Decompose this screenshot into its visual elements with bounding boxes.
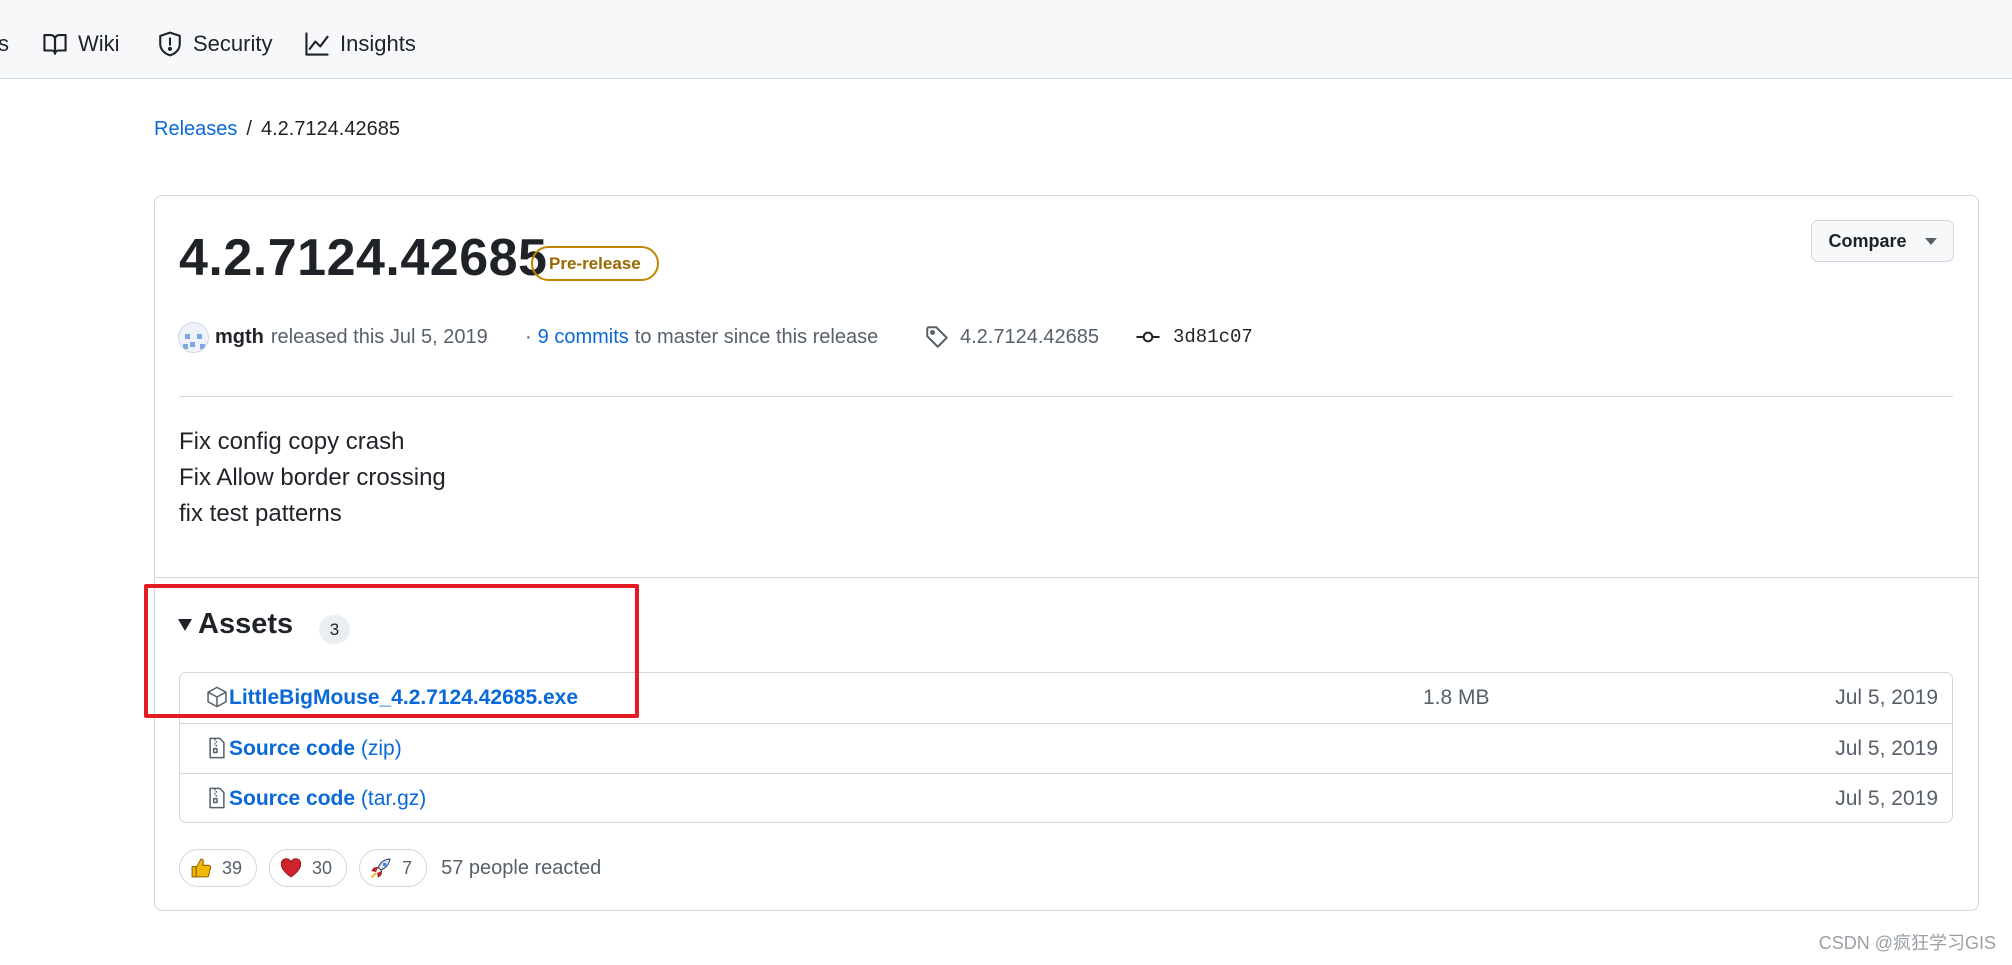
asset-name: Source code (229, 737, 356, 760)
divider (179, 396, 1953, 397)
breadcrumb-releases-link[interactable]: Releases (154, 118, 237, 141)
tag-label: 4.2.7124.42685 (960, 325, 1100, 348)
commit-meta[interactable]: 3d81c07 (1135, 322, 1253, 352)
nav-item-wiki[interactable]: Wiki (42, 27, 120, 61)
section-divider (155, 577, 1978, 578)
nav-label-wiki: Wiki (78, 31, 120, 56)
reactions-summary: 57 people reacted (441, 856, 602, 879)
released-text: released this Jul 5, 2019 (270, 325, 488, 348)
nav-item-security[interactable]: Security (157, 27, 272, 61)
shield-icon (159, 31, 181, 57)
book-icon (43, 34, 67, 55)
reaction-count: 7 (402, 857, 413, 878)
file-zip-icon (209, 787, 225, 809)
reactions-bar: 39 30 7 57 people reacted (179, 849, 601, 887)
reaction-count: 30 (312, 857, 333, 878)
compare-label: Compare (1828, 230, 1907, 251)
git-commit-icon (1136, 331, 1160, 343)
release-author-meta: mgth released this Jul 5, 2019 (178, 321, 488, 353)
thumbs-up-icon (191, 858, 212, 878)
chevron-down-icon (1924, 237, 1937, 245)
asset-row: Source code (zip) Jul 5, 2019 (180, 723, 1952, 773)
release-note-line: Fix config copy crash (179, 428, 405, 455)
repo-nav-bar: s Wiki Security Insights (0, 0, 2012, 79)
reaction-thumbs-up[interactable]: 39 (179, 849, 258, 887)
breadcrumb-current: 4.2.7124.42685 (260, 118, 400, 140)
reaction-heart[interactable]: 30 (269, 849, 348, 887)
reaction-count: 39 (222, 857, 243, 878)
asset-format: (tar.gz) (360, 787, 427, 810)
commit-sha: 3d81c07 (1173, 326, 1253, 348)
commits-link[interactable]: 9 commits (538, 326, 629, 349)
asset-format: (zip) (360, 737, 402, 760)
asset-name: Source code (229, 787, 356, 810)
commits-meta: · 9 commits to master since this release (525, 322, 878, 352)
heart-icon (280, 858, 302, 878)
release-title[interactable]: 4.2.7124.42685 (179, 228, 547, 288)
release-note-line: Fix Allow border crossing (179, 464, 446, 491)
asset-date: Jul 5, 2019 (1835, 787, 1938, 810)
breadcrumb: Releases / 4.2.7124.42685 (154, 118, 400, 141)
nav-item-partial[interactable]: s (0, 27, 9, 61)
tag-meta[interactable]: 4.2.7124.42685 (925, 322, 1099, 352)
asset-size: 1.8 MB (1423, 686, 1490, 709)
pre-release-badge: Pre-release (531, 246, 659, 281)
breadcrumb-separator: / (246, 118, 252, 140)
file-zip-icon (209, 737, 225, 759)
nav-label-insights: Insights (340, 31, 416, 56)
asset-date: Jul 5, 2019 (1835, 737, 1938, 760)
highlight-box (144, 584, 639, 718)
asset-row: Source code (tar.gz) Jul 5, 2019 (180, 773, 1952, 823)
author-link[interactable]: mgth (215, 326, 264, 349)
nav-label-security: Security (193, 31, 273, 56)
asset-date: Jul 5, 2019 (1835, 686, 1938, 709)
graph-icon (305, 32, 329, 56)
tag-icon (926, 326, 948, 348)
rocket-icon (371, 858, 391, 878)
source-targz-link[interactable]: Source code (tar.gz) (229, 787, 426, 811)
watermark: CSDN @疯狂学习GIS (1818, 933, 1996, 953)
commits-suffix: to master since this release (634, 325, 879, 348)
source-zip-link[interactable]: Source code (zip) (229, 737, 402, 761)
compare-button[interactable]: Compare (1811, 220, 1954, 262)
commits-dot: · (525, 325, 532, 348)
reaction-rocket[interactable]: 7 (359, 849, 428, 887)
release-note-line: fix test patterns (179, 500, 342, 527)
nav-item-insights[interactable]: Insights (304, 27, 416, 61)
avatar[interactable] (178, 321, 209, 353)
release-notes: Fix config copy crash Fix Allow border c… (179, 424, 446, 532)
